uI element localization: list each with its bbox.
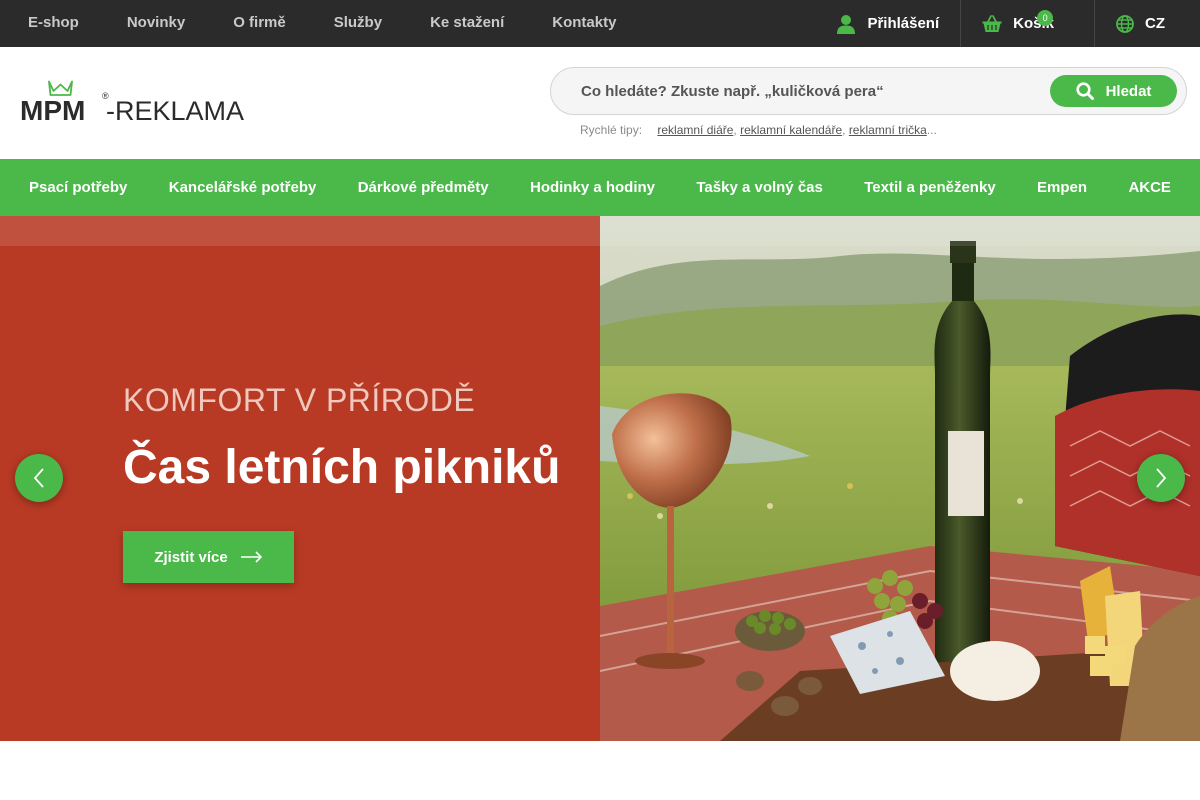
basket-icon	[982, 14, 1002, 32]
quick-tip-kalendare[interactable]: reklamní kalendáře	[740, 123, 842, 137]
hero-cta-label: Zjistit více	[154, 548, 228, 566]
category-kancelarske-potreby[interactable]: Kancelářské potřeby	[169, 159, 317, 216]
category-tasky-a-volny-cas[interactable]: Tašky a volný čas	[696, 159, 822, 216]
quick-tip-diare[interactable]: reklamní diáře	[657, 123, 733, 137]
category-psaci-potreby[interactable]: Psací potřeby	[29, 159, 127, 216]
language-selector[interactable]: CZ	[1094, 0, 1200, 47]
quick-tips-ellipsis: ...	[926, 123, 937, 137]
top-nav-kontakty[interactable]: Kontakty	[528, 0, 640, 47]
site-header: MPM ® -REKLAMA Hledat Rychlé tipy: rekla…	[0, 47, 1200, 159]
hero-image	[600, 216, 1200, 741]
category-nav: Psací potřeby Kancelářské potřeby Dárkov…	[0, 159, 1200, 216]
top-nav-o-firme[interactable]: O firmě	[209, 0, 310, 47]
category-akce[interactable]: AKCE	[1128, 159, 1171, 216]
language-label: CZ	[1145, 15, 1165, 32]
slider-next-button[interactable]	[1137, 454, 1185, 502]
category-darkove-predmety[interactable]: Dárkové předměty	[358, 159, 489, 216]
search-input[interactable]	[581, 68, 1041, 114]
top-nav-novinky[interactable]: Novinky	[103, 0, 209, 47]
logo[interactable]: MPM ® -REKLAMA	[20, 80, 260, 127]
chevron-left-icon	[33, 468, 44, 488]
top-nav-sluzby[interactable]: Služby	[310, 0, 406, 47]
login-button[interactable]: Přihlášení	[798, 0, 960, 47]
hero-title: Čas letních pikniků	[123, 441, 561, 494]
top-bar: E-shop Novinky O firmě Služby Ke stažení…	[0, 0, 1200, 47]
cart-button[interactable]: Košík 0	[960, 0, 1094, 47]
logo-reklama: -REKLAMA	[106, 96, 244, 122]
quick-tips-label: Rychlé tipy:	[580, 123, 643, 137]
search-bar: Hledat	[550, 67, 1187, 115]
logo-mpm: MPM	[20, 95, 85, 122]
hero-subtitle: KOMFORT V PŘÍRODĚ	[123, 382, 476, 418]
category-empen[interactable]: Empen	[1037, 159, 1087, 216]
hero-slider: KOMFORT V PŘÍRODĚ Čas letních pikniků Zj…	[0, 216, 1200, 741]
login-label: Přihlášení	[867, 15, 940, 32]
top-right-actions: Přihlášení Košík 0 CZ	[798, 0, 1200, 47]
category-hodinky-a-hodiny[interactable]: Hodinky a hodiny	[530, 159, 655, 216]
top-nav-eshop[interactable]: E-shop	[0, 0, 103, 47]
arrow-right-icon	[240, 551, 262, 563]
quick-tips: Rychlé tipy: reklamní diáře, reklamní ka…	[580, 123, 937, 137]
hero-top-strip	[0, 216, 1200, 246]
slider-prev-button[interactable]	[15, 454, 63, 502]
top-nav-ke-stazeni[interactable]: Ke stažení	[406, 0, 528, 47]
top-nav: E-shop Novinky O firmě Služby Ke stažení…	[0, 0, 640, 47]
hero-cta-button[interactable]: Zjistit více	[123, 531, 294, 583]
crown-icon	[48, 80, 73, 96]
search-button[interactable]: Hledat	[1050, 75, 1177, 107]
search-icon	[1075, 82, 1094, 100]
user-icon	[837, 14, 856, 34]
search-button-label: Hledat	[1105, 82, 1152, 100]
globe-icon	[1116, 14, 1134, 33]
quick-tip-tricka[interactable]: reklamní trička	[849, 123, 927, 137]
chevron-right-icon	[1156, 468, 1167, 488]
category-textil-a-penezenky[interactable]: Textil a peněženky	[864, 159, 995, 216]
